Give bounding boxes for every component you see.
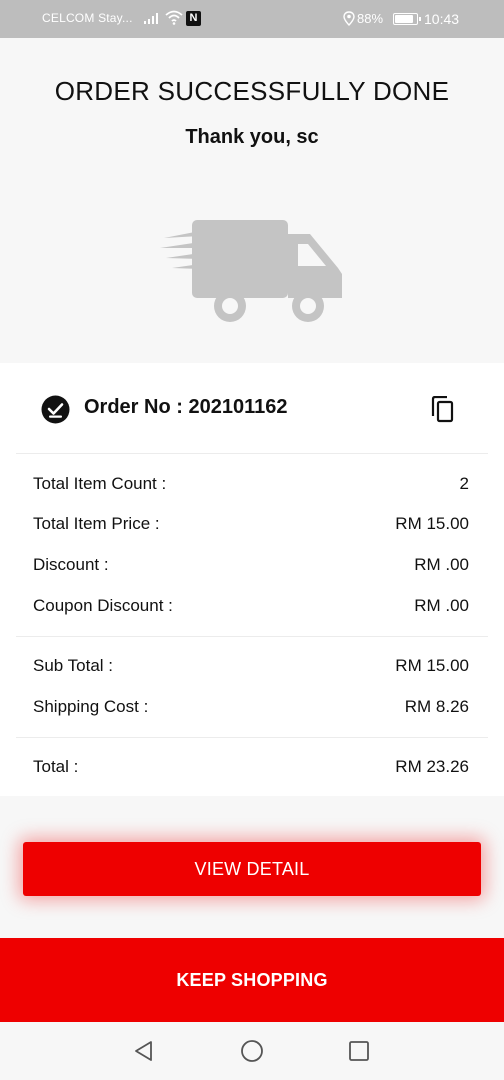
divider (16, 636, 488, 637)
coupon-discount-value: RM .00 (414, 596, 469, 615)
check-circle-icon (41, 395, 70, 424)
order-number: Order No : 202101162 (84, 396, 288, 418)
discount-label: Discount : (33, 555, 109, 574)
sub-total-label: Sub Total : (33, 656, 114, 675)
system-navigation-bar (0, 1022, 504, 1080)
shipping-cost-value: RM 8.26 (404, 697, 469, 716)
total-item-count-value: 2 (459, 474, 469, 493)
total-item-price-value: RM 15.00 (395, 514, 469, 533)
order-number-row: Order No : 202101162 (0, 363, 504, 453)
signal-icon (144, 13, 158, 24)
coupon-discount-label: Coupon Discount : (33, 596, 173, 615)
thank-you-message: Thank you, sc (185, 126, 319, 148)
divider (16, 737, 488, 738)
delivery-truck-icon (160, 220, 342, 322)
carrier-name: CELCOM Stay... (42, 11, 133, 25)
battery-level (395, 15, 414, 23)
battery-percent: 88% (357, 11, 384, 26)
total-row: Total : RM 23.26 (33, 757, 469, 781)
recent-apps-icon[interactable] (347, 1039, 371, 1063)
divider (16, 453, 488, 454)
shipping-cost-row: Shipping Cost : RM 8.26 (33, 697, 469, 721)
total-item-count-row: Total Item Count : 2 (33, 474, 469, 498)
battery-icon (393, 13, 421, 25)
total-item-count-label: Total Item Count : (33, 474, 167, 493)
discount-value: RM .00 (414, 555, 469, 574)
coupon-discount-row: Coupon Discount : RM .00 (33, 596, 469, 620)
back-icon[interactable] (132, 1039, 156, 1063)
discount-row: Discount : RM .00 (33, 555, 469, 579)
wifi-icon (165, 10, 183, 25)
home-icon[interactable] (240, 1039, 264, 1063)
order-summary-card: Order No : 202101162 Total Item Count : … (0, 363, 504, 796)
clock-time: 10:43 (424, 11, 460, 27)
total-label: Total : (33, 757, 79, 776)
page-title: ORDER SUCCESSFULLY DONE (54, 76, 450, 106)
total-item-price-label: Total Item Price : (33, 514, 160, 533)
keep-shopping-button[interactable]: KEEP SHOPPING (0, 938, 504, 1022)
total-item-price-row: Total Item Price : RM 15.00 (33, 514, 469, 538)
order-success-header: ORDER SUCCESSFULLY DONE Thank you, sc (0, 38, 504, 363)
total-value: RM 23.26 (395, 757, 469, 776)
copy-icon[interactable] (430, 396, 455, 423)
view-detail-button[interactable]: VIEW DETAIL (23, 842, 481, 896)
shipping-cost-label: Shipping Cost : (33, 697, 149, 716)
location-icon (343, 11, 355, 26)
sub-total-value: RM 15.00 (395, 656, 469, 675)
nfc-icon: N (186, 11, 201, 26)
status-bar: CELCOM Stay... N 88% 10:43 (0, 0, 504, 38)
sub-total-row: Sub Total : RM 15.00 (33, 656, 469, 680)
